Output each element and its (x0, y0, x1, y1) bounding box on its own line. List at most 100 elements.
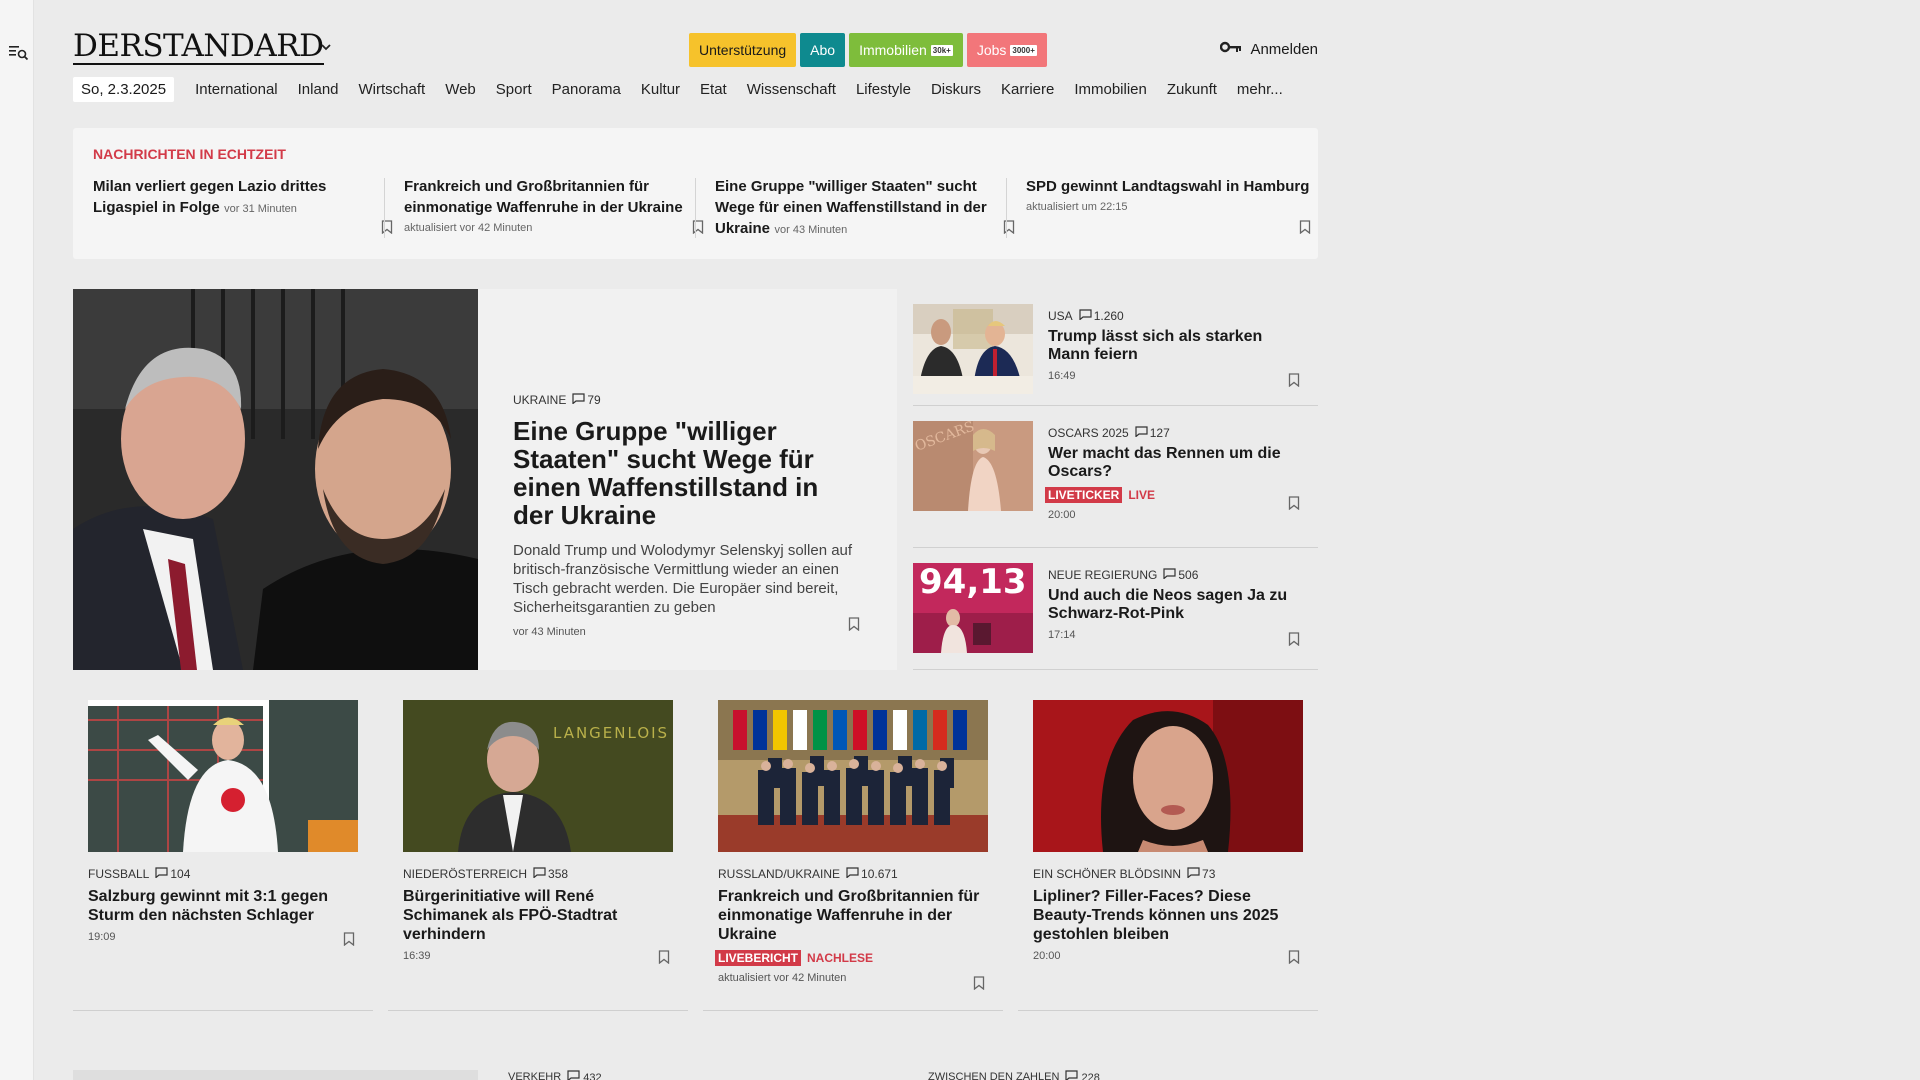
jobs-button[interactable]: Jobs 3000+ (966, 33, 1047, 67)
comment-count[interactable]: 10.671 (846, 867, 898, 881)
article-title[interactable]: Salzburg gewinnt mit 3:1 gegen Sturm den… (88, 887, 358, 925)
ticker-item-time: vor 31 Minuten (224, 203, 297, 215)
ticker-item[interactable]: SPD gewinnt Landtagswahl in Hamburg aktu… (1026, 176, 1311, 238)
comment-count[interactable]: 358 (533, 867, 568, 881)
nav-international[interactable]: International (185, 81, 288, 98)
comment-count[interactable]: 127 (1135, 426, 1170, 440)
ticker-item[interactable]: Frankreich und Großbritannien für einmon… (404, 176, 704, 238)
article-category[interactable]: EIN SCHÖNER BLÖDSINN (1033, 867, 1181, 881)
nav-inland[interactable]: Inland (288, 81, 349, 98)
nav-etat[interactable]: Etat (690, 81, 737, 98)
grid-article[interactable]: RUSSLAND/UKRAINE 10.671 Frankreich und G… (703, 700, 1003, 1011)
article-title[interactable]: Wer macht das Rennen um die Oscars? (1048, 445, 1288, 481)
article-title[interactable]: Und auch die Neos sagen Ja zu Schwarz-Ro… (1048, 587, 1288, 623)
nav-immobilien[interactable]: Immobilien (1064, 81, 1157, 98)
ticker-item[interactable]: Milan verliert gegen Lazio drittes Ligas… (93, 176, 393, 238)
nav-more[interactable]: mehr... (1227, 81, 1293, 98)
article-category[interactable]: OSCARS 2025 (1048, 426, 1129, 440)
nav-karriere[interactable]: Karriere (991, 81, 1064, 98)
article-category[interactable]: VERKEHR (508, 1071, 561, 1080)
hero-article[interactable]: UKRAINE 79 Eine Gruppe "williger Staaten… (73, 289, 897, 670)
bookmark-icon[interactable] (848, 617, 860, 631)
bookmark-icon[interactable] (658, 950, 670, 964)
side-articles: USA 1.260 Trump lässt sich als starken M… (913, 289, 1318, 670)
nav-panorama[interactable]: Panorama (542, 81, 631, 98)
nav-wirtschaft[interactable]: Wirtschaft (349, 81, 436, 98)
immobilien-count-badge: 30k+ (930, 44, 953, 56)
bookmark-icon[interactable] (381, 220, 393, 234)
hero-category[interactable]: UKRAINE (513, 393, 566, 407)
article-title[interactable]: Frankreich und Großbritannien für einmon… (718, 887, 988, 944)
bookmark-icon[interactable] (973, 976, 985, 990)
bookmark-icon[interactable] (1003, 220, 1015, 234)
hero-title[interactable]: Eine Gruppe "williger Staaten" sucht Weg… (513, 417, 863, 529)
article-thumbnail[interactable]: OSCARS (913, 421, 1033, 511)
article-thumbnail[interactable]: 94,13 (913, 563, 1033, 653)
nav-lifestyle[interactable]: Lifestyle (846, 81, 921, 98)
side-article-text: USA 1.260 Trump lässt sich als starken M… (1048, 309, 1288, 382)
comment-count[interactable]: 228 (1065, 1070, 1100, 1080)
login-button[interactable]: Anmelden (1220, 40, 1318, 58)
comment-count[interactable]: 79 (572, 393, 601, 407)
chevron-down-icon[interactable] (319, 40, 333, 54)
comment-count-value: 358 (548, 867, 569, 881)
side-article[interactable]: USA 1.260 Trump lässt sich als starken M… (913, 289, 1318, 406)
article-category[interactable]: RUSSLAND/UKRAINE (718, 867, 840, 881)
article-image[interactable] (1033, 700, 1303, 852)
article-category[interactable]: FUSSBALL (88, 867, 149, 881)
article-image[interactable]: LANGENLOIS (403, 700, 673, 852)
article-image-partial[interactable] (73, 1070, 478, 1080)
grid-article[interactable]: EIN SCHÖNER BLÖDSINN 73 Lipliner? Filler… (1018, 700, 1318, 1011)
hero-image[interactable] (73, 289, 478, 670)
side-article-text: OSCARS 2025 127 Wer macht das Rennen um … (1045, 426, 1288, 521)
nav-wissenschaft[interactable]: Wissenschaft (737, 81, 846, 98)
side-article[interactable]: 94,13 NEUE REGIERUNG 506 Und auch die Ne… (913, 548, 1318, 670)
nav-sport[interactable]: Sport (486, 81, 542, 98)
bookmark-icon[interactable] (343, 932, 355, 946)
side-article[interactable]: OSCARS OSCARS 2025 127 Wer macht das Ren… (913, 406, 1318, 548)
live-indicator: LIVETICKER LIVE (1045, 487, 1288, 503)
abo-button[interactable]: Abo (800, 33, 846, 67)
article-title[interactable]: Bürgerinitiative will René Schimanek als… (403, 887, 673, 944)
comment-count-value: 104 (170, 867, 191, 881)
article-image[interactable] (88, 700, 358, 852)
comment-count[interactable]: 104 (155, 867, 190, 881)
article-title[interactable]: Trump lässt sich als starken Mann feiern (1048, 328, 1288, 364)
article-title[interactable]: Lipliner? Filler-Faces? Diese Beauty-Tre… (1033, 887, 1303, 944)
nav-kultur[interactable]: Kultur (631, 81, 690, 98)
comment-count[interactable]: 73 (1187, 867, 1215, 881)
article-time: 16:49 (1048, 370, 1076, 382)
ticker-item[interactable]: Eine Gruppe "williger Staaten" sucht Weg… (715, 176, 1015, 238)
bookmark-icon[interactable] (1299, 220, 1311, 234)
comment-icon (1135, 426, 1148, 440)
bookmark-icon[interactable] (1288, 373, 1300, 387)
article-category[interactable]: NEUE REGIERUNG (1048, 568, 1157, 582)
nav-web[interactable]: Web (435, 81, 486, 98)
nachlese-label: NACHLESE (807, 951, 874, 965)
article-category[interactable]: USA (1048, 309, 1073, 323)
main-nav: So, 2.3.2025 International Inland Wirtsc… (73, 77, 1293, 102)
article-thumbnail[interactable] (913, 304, 1033, 394)
nav-diskurs[interactable]: Diskurs (921, 81, 991, 98)
ticker-item-time: aktualisiert vor 42 Minuten (404, 222, 533, 234)
comment-count[interactable]: 1.260 (1079, 309, 1124, 323)
article-category[interactable]: NIEDERÖSTERREICH (403, 867, 527, 881)
search-menu-icon[interactable] (9, 44, 29, 62)
comment-count[interactable]: 506 (1163, 568, 1198, 582)
bookmark-icon[interactable] (1288, 632, 1300, 646)
comment-count-value: 1.260 (1093, 309, 1124, 323)
article-image[interactable] (718, 700, 988, 852)
grid-article[interactable]: LANGENLOIS NIEDERÖSTERREICH 358 Bürgerin… (388, 700, 688, 1011)
nav-zukunft[interactable]: Zukunft (1157, 81, 1227, 98)
grid-article[interactable]: FUSSBALL 104 Salzburg gewinnt mit 3:1 ge… (73, 700, 373, 1011)
support-button[interactable]: Unterstützung (689, 33, 797, 67)
article-time: 20:00 (1048, 509, 1076, 521)
side-article-text: NEUE REGIERUNG 506 Und auch die Neos sag… (1048, 568, 1288, 641)
site-logo[interactable]: DERSTANDARD (73, 30, 324, 65)
comment-count[interactable]: 432 (567, 1070, 602, 1080)
immobilien-button[interactable]: Immobilien 30k+ (849, 33, 963, 67)
bookmark-icon[interactable] (692, 220, 704, 234)
bookmark-icon[interactable] (1288, 496, 1300, 510)
article-category[interactable]: ZWISCHEN DEN ZAHLEN (928, 1071, 1059, 1080)
bookmark-icon[interactable] (1288, 950, 1300, 964)
